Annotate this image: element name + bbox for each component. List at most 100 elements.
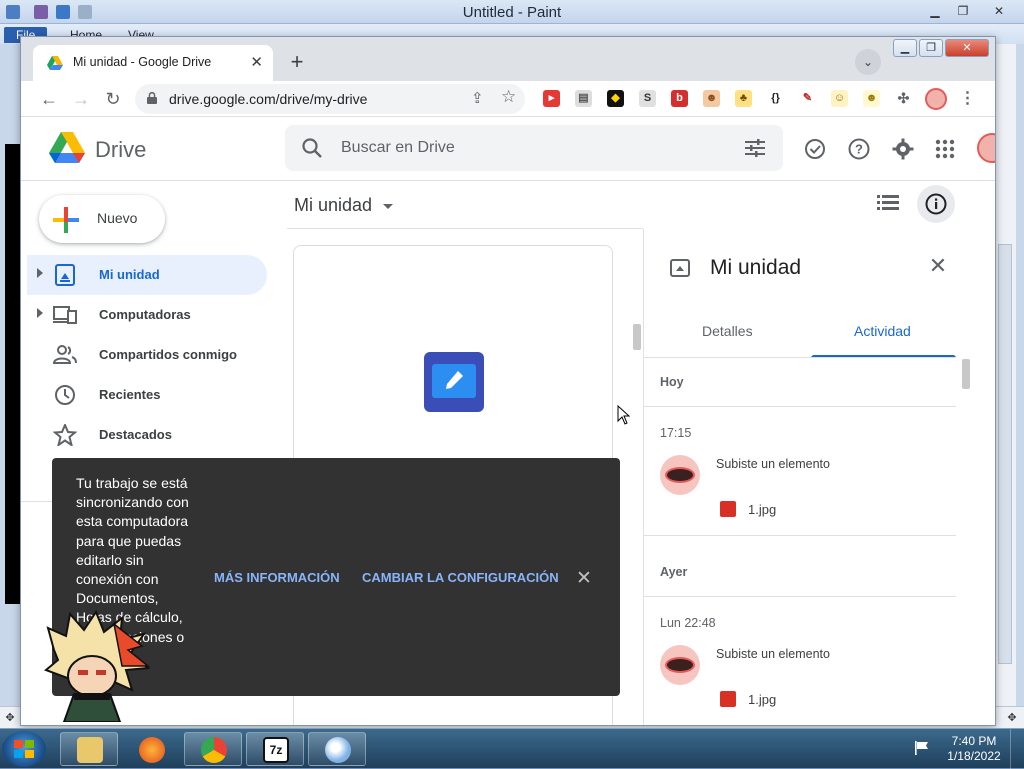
activity-file-name[interactable]: 1.jpg — [748, 692, 776, 707]
taskbar-firefox[interactable] — [122, 732, 180, 766]
drive-header: Drive Buscar en Drive ? — [21, 117, 995, 181]
paint-close-button[interactable]: ✕ — [986, 2, 1012, 20]
tasks-check-icon[interactable] — [803, 137, 827, 161]
tab-details[interactable]: Detalles — [702, 323, 753, 339]
taskbar-7zip[interactable]: 7z — [246, 732, 304, 766]
search-icon[interactable] — [301, 137, 323, 159]
sidebar-item-my-drive[interactable]: Mi unidad — [27, 255, 267, 295]
bookmark-star-icon[interactable]: ☆ — [501, 87, 516, 107]
computers-icon — [53, 306, 77, 324]
start-button[interactable] — [2, 731, 46, 767]
paint-vertical-scrollbar[interactable] — [994, 44, 1016, 728]
extension-icon[interactable]: ◆ — [607, 90, 624, 107]
folder-icon — [77, 737, 103, 763]
extension-icon[interactable]: ▸ — [543, 90, 560, 107]
sidebar-item-shared-with-me[interactable]: Compartidos conmigo — [27, 335, 267, 375]
more-info-link[interactable]: MÁS INFORMACIÓN — [214, 570, 340, 585]
paint-minimize-button[interactable]: ▁ — [922, 2, 948, 20]
activity-day-label: Ayer — [660, 565, 688, 579]
browser-minimize-button[interactable]: ▁ — [893, 39, 917, 57]
list-view-icon[interactable] — [877, 193, 899, 213]
paint-scroll-thumb[interactable] — [998, 244, 1012, 664]
tab-activity[interactable]: Actividad — [854, 323, 911, 339]
help-icon[interactable]: ? — [847, 137, 871, 161]
browser-close-button[interactable]: ✕ — [945, 39, 989, 57]
details-panel: Mi unidad ✕ Detalles Actividad Hoy 17:15… — [643, 229, 995, 725]
edit-pencil-icon — [432, 364, 476, 398]
main-scrollbar-thumb[interactable] — [633, 324, 641, 350]
taskbar-explorer[interactable] — [60, 732, 118, 766]
new-button[interactable]: Nuevo — [39, 195, 165, 243]
avatar — [660, 455, 700, 495]
paint-title-bar: Untitled - Paint ▁ ❐ ✕ — [0, 0, 1024, 24]
tab-title: Mi unidad - Google Drive — [73, 55, 212, 69]
account-avatar[interactable] — [977, 133, 995, 163]
apps-grid-icon[interactable] — [933, 137, 957, 161]
extension-icon[interactable]: ☻ — [703, 90, 720, 107]
change-settings-link[interactable]: CAMBIAR LA CONFIGURACIÓN — [362, 570, 559, 585]
page-title[interactable]: Mi unidad — [294, 195, 372, 216]
sidebar-item-starred[interactable]: Destacados — [27, 415, 267, 455]
expand-arrow-icon[interactable] — [37, 268, 43, 278]
extension-icon[interactable]: {} — [767, 90, 784, 107]
toast-close-icon[interactable]: ✕ — [576, 567, 592, 590]
search-placeholder: Buscar en Drive — [341, 139, 455, 156]
extension-icon[interactable]: ☻ — [863, 90, 880, 107]
sidebar-item-label: Recientes — [99, 387, 161, 402]
profile-avatar[interactable] — [925, 88, 947, 110]
taskbar-chrome[interactable] — [184, 732, 242, 766]
activity-divider — [644, 406, 956, 407]
chevron-down-icon[interactable] — [383, 204, 393, 209]
new-tab-button[interactable]: + — [285, 51, 309, 75]
extension-icon[interactable]: S — [639, 90, 656, 107]
paint-maximize-button[interactable]: ❐ — [950, 2, 976, 20]
extensions-puzzle-icon[interactable]: ✣ — [895, 90, 912, 107]
browser-toolbar: ← → ↻ drive.google.com/drive/my-drive ⇪ … — [21, 81, 995, 117]
panel-scrollbar-thumb[interactable] — [962, 359, 970, 389]
settings-gear-icon[interactable] — [891, 137, 915, 161]
reload-button[interactable]: ↻ — [101, 87, 125, 111]
tab-search-button[interactable]: ⌄ — [855, 49, 881, 75]
activity-time: 17:15 — [660, 426, 692, 440]
activity-file-name[interactable]: 1.jpg — [748, 502, 776, 517]
search-options-icon[interactable] — [745, 139, 765, 157]
search-box[interactable]: Buscar en Drive — [285, 125, 783, 171]
forward-button[interactable]: → — [69, 87, 93, 111]
share-icon[interactable]: ⇪ — [471, 89, 484, 107]
close-icon[interactable]: ✕ — [926, 255, 950, 279]
anime-character-sticker — [44, 610, 150, 722]
system-clock[interactable]: 7:40 PM 1/18/2022 — [944, 734, 1004, 764]
clock-date: 1/18/2022 — [947, 749, 1001, 763]
extension-icon[interactable]: ▤ — [575, 90, 592, 107]
tab-close-icon[interactable]: ✕ — [250, 53, 263, 71]
activity-text: Subiste un elemento — [716, 647, 830, 661]
new-button-label: Nuevo — [97, 210, 138, 226]
extension-icon[interactable]: ☺ — [831, 90, 848, 107]
extension-icon[interactable]: b — [671, 90, 688, 107]
browser-tab[interactable]: Mi unidad - Google Drive ✕ — [33, 45, 273, 81]
browser-menu-icon[interactable]: ⋮ — [959, 90, 976, 107]
extension-icon[interactable]: ♣ — [735, 90, 752, 107]
drive-logo-icon[interactable] — [49, 131, 85, 163]
pan-icon: ✥ — [1007, 712, 1017, 724]
show-desktop-button[interactable] — [1010, 729, 1024, 769]
browser-maximize-button[interactable]: ❐ — [919, 39, 943, 57]
sidebar-item-recent[interactable]: Recientes — [27, 375, 267, 415]
action-center-flag-icon[interactable] — [914, 741, 930, 755]
panel-title: Mi unidad — [710, 256, 802, 279]
activity-divider — [644, 596, 956, 597]
extension-icon[interactable]: ✎ — [799, 90, 816, 107]
star-icon — [53, 424, 77, 446]
activity-divider — [644, 535, 956, 536]
image-file-icon — [720, 501, 736, 517]
sidebar-item-computers[interactable]: Computadoras — [27, 295, 267, 335]
details-info-button[interactable] — [917, 185, 955, 223]
7zip-icon: 7z — [263, 737, 289, 763]
expand-arrow-icon[interactable] — [37, 308, 43, 318]
paint-palette-icon — [325, 737, 351, 763]
address-bar[interactable]: drive.google.com/drive/my-drive ⇪ ☆ — [135, 84, 525, 114]
taskbar-paint[interactable] — [308, 732, 366, 766]
pan-icon: ✥ — [5, 712, 15, 724]
paint-window-title: Untitled - Paint — [462, 4, 562, 21]
back-button[interactable]: ← — [37, 87, 61, 111]
